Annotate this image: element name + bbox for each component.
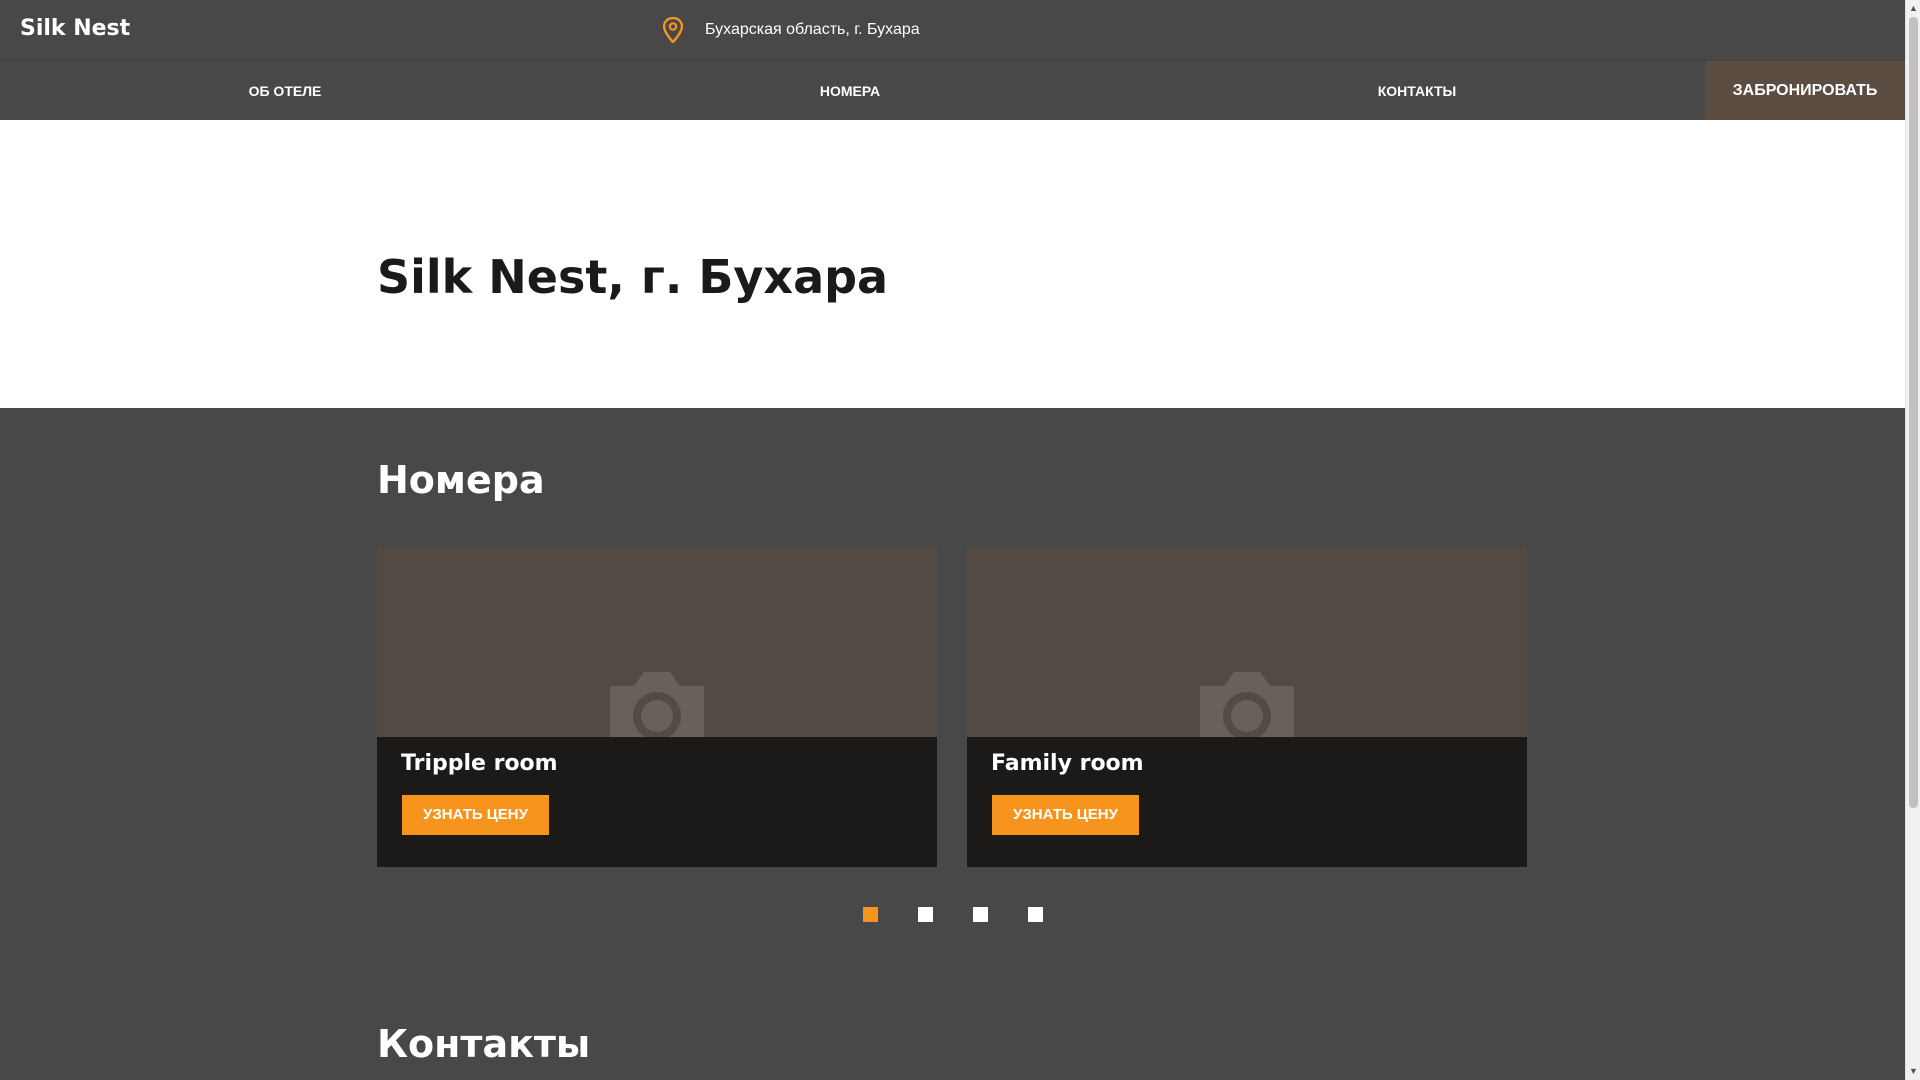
- carousel-pagination: [0, 907, 1905, 923]
- pagination-dot-2[interactable]: [918, 907, 933, 922]
- get-price-button[interactable]: УЗНАТЬ ЦЕНУ: [992, 795, 1139, 835]
- room-info: Tripple room УЗНАТЬ ЦЕНУ: [377, 737, 937, 867]
- brand-logo[interactable]: Silk Nest: [20, 16, 130, 41]
- room-card[interactable]: Tripple room УЗНАТЬ ЦЕНУ: [377, 548, 937, 867]
- hero-section: Silk Nest, г. Бухара: [0, 120, 1905, 408]
- scroll-up-icon[interactable]: ▲: [1906, 0, 1920, 17]
- room-name: Family room: [991, 751, 1144, 776]
- room-photo: [377, 548, 937, 750]
- contacts-title: Контакты: [377, 1022, 591, 1066]
- scrollbar-thumb[interactable]: [1909, 17, 1918, 808]
- map-pin-icon: [663, 17, 683, 43]
- nav-item-contacts[interactable]: КОНТАКТЫ: [1327, 61, 1507, 121]
- scroll-down-icon[interactable]: ▼: [1906, 1063, 1920, 1080]
- rooms-title: Номера: [377, 458, 545, 502]
- pagination-dot-4[interactable]: [1028, 907, 1043, 922]
- room-name: Tripple room: [401, 751, 558, 776]
- main-nav: ОБ ОТЕЛЕ НОМЕРА КОНТАКТЫ ЗАБРОНИРОВАТЬ: [0, 60, 1905, 121]
- book-button[interactable]: ЗАБРОНИРОВАТЬ: [1705, 61, 1905, 121]
- get-price-button[interactable]: УЗНАТЬ ЦЕНУ: [402, 795, 549, 835]
- pagination-dot-3[interactable]: [973, 907, 988, 922]
- nav-item-rooms[interactable]: НОМЕРА: [760, 61, 940, 121]
- room-card[interactable]: Family room УЗНАТЬ ЦЕНУ: [967, 548, 1527, 867]
- rooms-section: Номера Tripple room УЗНАТЬ ЦЕНУ Family r…: [0, 408, 1905, 1080]
- location: Бухарская область, г. Бухара: [663, 17, 920, 43]
- location-text: Бухарская область, г. Бухара: [705, 21, 920, 38]
- hero-title: Silk Nest, г. Бухара: [377, 250, 889, 304]
- pagination-dot-1[interactable]: [863, 907, 878, 922]
- top-bar: Silk Nest Бухарская область, г. Бухара: [0, 0, 1905, 60]
- page-scrollbar[interactable]: ▲ ▼: [1905, 0, 1920, 1080]
- nav-item-about[interactable]: ОБ ОТЕЛЕ: [193, 61, 377, 121]
- room-photo: [967, 548, 1527, 750]
- room-info: Family room УЗНАТЬ ЦЕНУ: [967, 737, 1527, 867]
